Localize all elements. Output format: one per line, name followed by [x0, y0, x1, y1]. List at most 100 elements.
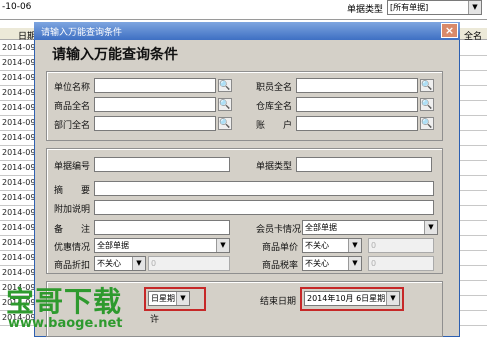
search-icon[interactable]: 🔍 — [420, 117, 434, 130]
remark-label: 备 注 — [54, 225, 91, 235]
table-row[interactable]: 2014-09- — [2, 163, 38, 172]
doc-type-label: 单据类型 — [347, 5, 384, 15]
member-select[interactable]: 全部单据 ▼ — [302, 220, 438, 235]
staff-label: 职员全名 — [256, 83, 293, 93]
doc-type-label2: 单据类型 — [256, 162, 293, 172]
chevron-down-icon: ▼ — [348, 257, 361, 270]
dept-field[interactable] — [94, 116, 216, 131]
discount-status-label: 优惠情况 — [54, 243, 91, 253]
dialog-heading: 请输入万能查询条件 — [52, 47, 178, 63]
discount-input[interactable]: 0 — [148, 256, 230, 271]
start-date-select[interactable]: 日星期 ▼ — [148, 291, 190, 306]
row-divider — [460, 190, 487, 191]
close-button[interactable]: × — [441, 23, 458, 38]
watermark-logo: 宝哥下载 — [6, 285, 123, 318]
search-icon[interactable]: 🔍 — [420, 98, 434, 111]
row-divider — [460, 325, 487, 326]
doc-type-select[interactable]: [所有单据] ▼ — [387, 0, 482, 15]
warehouse-label: 仓库全名 — [256, 102, 293, 112]
start-date-value: 日星期 — [151, 294, 175, 303]
end-date-value: 2014年10月 6日星期 — [307, 294, 386, 303]
table-row[interactable]: 2014-09- — [2, 88, 38, 97]
dialog-title: 请输入万能查询条件 — [41, 28, 123, 38]
chevron-down-icon: ▼ — [468, 1, 481, 14]
row-divider — [460, 220, 487, 221]
doc-no-label: 单据编号 — [54, 162, 91, 172]
discount-status-select[interactable]: 全部单据 ▼ — [94, 238, 230, 253]
partial-text: 许 — [150, 315, 160, 325]
end-date-select[interactable]: 2014年10月 6日星期 ▼ — [304, 291, 400, 306]
unit-price-num: 0 — [371, 241, 377, 250]
unit-price-select[interactable]: 不关心 ▼ — [302, 238, 362, 253]
row-divider — [460, 85, 487, 86]
table-row[interactable]: 2014-09- — [2, 178, 38, 187]
row-divider — [460, 130, 487, 131]
summary-field[interactable] — [94, 181, 434, 196]
tax-select[interactable]: 不关心 ▼ — [302, 256, 362, 271]
unit-price-label: 商品单价 — [262, 243, 299, 253]
member-value: 全部单据 — [305, 223, 337, 232]
table-row[interactable]: 2014-09- — [2, 208, 38, 217]
discount-select[interactable]: 不关心 ▼ — [94, 256, 146, 271]
warehouse-field[interactable] — [296, 97, 418, 112]
table-row[interactable]: 2014-09- — [2, 193, 38, 202]
table-row[interactable]: 2014-09- — [2, 58, 38, 67]
row-divider — [460, 70, 487, 71]
chevron-down-icon: ▼ — [424, 221, 437, 234]
table-row[interactable]: 2014-09- — [2, 43, 38, 52]
unit-label: 单位名称 — [54, 83, 91, 93]
extra-label: 附加说明 — [54, 205, 91, 215]
table-row[interactable]: 2014-09- — [2, 238, 38, 247]
extra-field[interactable] — [94, 200, 434, 215]
right-grid-header: 全名 — [460, 28, 487, 42]
search-icon[interactable]: 🔍 — [218, 117, 232, 130]
app-toolbar: -10-06 单据类型 [所有单据] ▼ — [0, 0, 487, 20]
unit-price-value: 不关心 — [305, 241, 329, 250]
member-label: 会员卡情况 — [256, 225, 302, 235]
table-row[interactable]: 2014-09- — [2, 253, 38, 262]
chevron-down-icon: ▼ — [386, 292, 399, 305]
row-divider — [460, 310, 487, 311]
staff-field[interactable] — [296, 78, 418, 93]
table-row[interactable]: 2014-09- — [2, 268, 38, 277]
row-divider — [460, 250, 487, 251]
dialog-titlebar: 请输入万能查询条件 — [34, 22, 460, 40]
search-icon[interactable]: 🔍 — [420, 79, 434, 92]
dept-label: 部门全名 — [54, 121, 91, 131]
unit-price-input[interactable]: 0 — [368, 238, 434, 253]
row-divider — [460, 115, 487, 116]
table-row[interactable]: 2014-09- — [2, 73, 38, 82]
doc-no-field[interactable] — [94, 157, 230, 172]
doc-type-value: [所有单据] — [390, 3, 429, 12]
chevron-down-icon: ▼ — [348, 239, 361, 252]
table-row[interactable]: 2014-09- — [2, 223, 38, 232]
row-divider — [460, 295, 487, 296]
close-icon: × — [444, 24, 455, 37]
date-text: -10-06 — [2, 2, 32, 12]
table-row[interactable]: 2014-09- — [2, 118, 38, 127]
watermark-url: www.baoge.net — [8, 316, 123, 331]
table-row[interactable]: 2014-09- — [2, 133, 38, 142]
table-row[interactable]: 2014-09- — [2, 148, 38, 157]
doc-type-field[interactable] — [296, 157, 432, 172]
product-field[interactable] — [94, 97, 216, 112]
search-icon[interactable]: 🔍 — [218, 98, 232, 111]
row-divider — [460, 265, 487, 266]
search-icon[interactable]: 🔍 — [218, 79, 232, 92]
discount-status-value: 全部单据 — [97, 241, 129, 250]
product-label: 商品全名 — [54, 102, 91, 112]
chevron-down-icon: ▼ — [132, 257, 145, 270]
row-divider — [460, 205, 487, 206]
discount-value: 不关心 — [97, 259, 121, 268]
end-date-label: 结束日期 — [260, 297, 297, 307]
table-row[interactable]: 2014-09- — [2, 103, 38, 112]
row-divider — [460, 280, 487, 281]
chevron-down-icon: ▼ — [176, 292, 189, 305]
tax-input[interactable]: 0 — [368, 256, 434, 271]
remark-field[interactable] — [94, 220, 230, 235]
row-divider — [460, 145, 487, 146]
col-header-name: 全名 — [464, 32, 483, 42]
account-label: 账 户 — [256, 121, 293, 131]
account-field[interactable] — [296, 116, 418, 131]
unit-field[interactable] — [94, 78, 216, 93]
